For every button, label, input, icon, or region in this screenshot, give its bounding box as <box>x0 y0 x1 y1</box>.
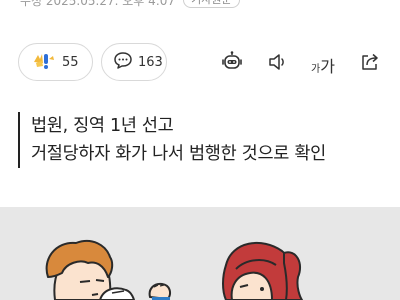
subtitle-line-1: 법원, 징역 1년 선고 <box>31 116 174 136</box>
woman-fist <box>148 282 171 300</box>
speaker-icon[interactable] <box>266 50 290 74</box>
illustration-drawing <box>45 239 303 300</box>
font-size-icon[interactable]: 가 가 <box>308 50 338 76</box>
share-icon[interactable] <box>358 50 382 74</box>
reaction-count: 55 <box>62 54 79 70</box>
font-size-large-glyph: 가 <box>320 57 335 76</box>
subtitle-line-2: 거절당하자 화가 나서 범행한 것으로 확인 <box>31 144 326 164</box>
original-article-badge[interactable]: 기사원문 <box>183 0 240 8</box>
article-date: 수정 2025.05.27. 오후 4:07 <box>20 0 176 8</box>
man-figure <box>45 239 114 300</box>
comment-button[interactable]: 163 <box>101 43 167 81</box>
comment-bubble-icon <box>113 50 133 74</box>
font-size-small-glyph: 가 <box>311 64 321 75</box>
reaction-button[interactable]: 55 <box>18 43 93 81</box>
robot-summary-icon[interactable] <box>220 50 244 74</box>
article-meta: 수정 2025.05.27. 오후 4:07 기사원문 <box>20 0 240 8</box>
woman-figure <box>222 242 303 300</box>
article-toolbar: 55 163 가 가 <box>0 43 400 81</box>
reaction-emoji-icon <box>31 50 57 74</box>
article-subtitle: 법원, 징역 1년 선고 거절당하자 화가 나서 범행한 것으로 확인 <box>18 112 326 168</box>
article-illustration <box>0 207 400 300</box>
comment-count: 163 <box>138 54 163 70</box>
